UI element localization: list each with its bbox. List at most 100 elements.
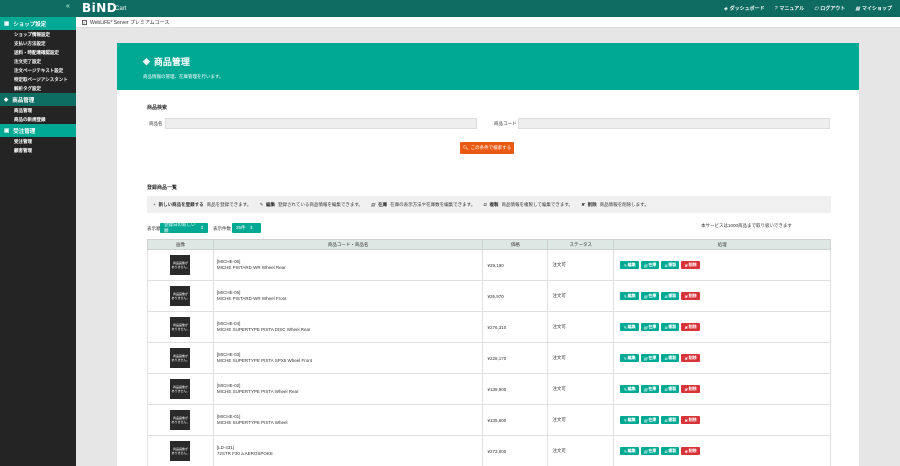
- product-name: 72STR F30 a AEROSPOKE: [216, 451, 273, 456]
- product-table: 画像 商品コード・商品名 価格 ステータス 処理 商品画像が ありません。 [MI…: [147, 239, 831, 466]
- sidebar-item[interactable]: 送料・時配達確認設定: [0, 48, 76, 57]
- sidebar-item[interactable]: 注文完了設定: [0, 57, 76, 66]
- sidebar-item[interactable]: ショップ情報設定: [0, 30, 76, 39]
- copy-button[interactable]: ⧉ 複製: [661, 447, 680, 455]
- column-header: 価格: [482, 239, 549, 250]
- delete-button[interactable]: ✖ 削除: [681, 323, 700, 331]
- status-cell: 注文可: [547, 435, 615, 466]
- trash-icon: ✖: [684, 448, 688, 454]
- trash-icon: ✖: [684, 262, 688, 268]
- search-icon: 🔍︎: [462, 145, 469, 150]
- no-image-thumbnail: 商品画像が ありません。: [170, 255, 191, 275]
- product-name-cell: [MICHE-02] MICHE SUPERTYPE PISTA Wheel Re…: [212, 373, 484, 405]
- sidebar-item[interactable]: 商品の新規登録: [0, 115, 76, 124]
- edit-button[interactable]: ✎ 編集: [620, 261, 639, 269]
- copy-button[interactable]: ⧉ 複製: [661, 323, 680, 331]
- copy-button[interactable]: ⧉ 複製: [661, 416, 680, 424]
- top-nav-label: ログアウト: [820, 6, 846, 12]
- sidebar-group-product-management[interactable]: ◆ 商品管理: [0, 93, 76, 106]
- sidebar-item[interactable]: 顧客管理: [0, 146, 76, 155]
- edit-button[interactable]: ✎ 編集: [620, 385, 639, 393]
- stock-button[interactable]: ▤ 在庫: [640, 292, 660, 300]
- delete-button-label: 削除: [688, 324, 697, 329]
- stock-button[interactable]: ▤ 在庫: [640, 447, 660, 455]
- sidebar-item[interactable]: 注文ページテキスト設定: [0, 66, 76, 75]
- delete-button[interactable]: ✖ 削除: [681, 354, 700, 362]
- copy-button[interactable]: ⧉ 複製: [661, 354, 680, 362]
- top-nav-myshop[interactable]: ▦ マイショップ: [855, 5, 892, 13]
- trash-icon: ✖: [684, 417, 688, 423]
- search-button-label: この条件で検索する: [470, 145, 512, 150]
- top-nav-manual[interactable]: ? マニュアル: [775, 5, 805, 13]
- stock-button[interactable]: ▤ 在庫: [640, 354, 660, 362]
- hint-text: 商品情報を削除します。: [599, 201, 649, 207]
- delete-button[interactable]: ✖ 削除: [681, 447, 700, 455]
- sidebar-group-label: 受注管理: [13, 128, 36, 135]
- sidebar-item[interactable]: 受注管理: [0, 137, 76, 146]
- page-title: 商品管理: [153, 57, 190, 67]
- stock-button[interactable]: ▤ 在庫: [640, 261, 660, 269]
- edit-button-label: 編集: [627, 293, 636, 298]
- new-product-link[interactable]: 新しい商品を登録する: [159, 202, 204, 208]
- hint-label: 複製: [489, 201, 499, 207]
- cart-icon: ▣: [4, 127, 10, 134]
- product-name-label: 商品名: [149, 121, 163, 126]
- count-select[interactable]: 25件 ⇕: [232, 223, 261, 233]
- stock-button-label: 在庫: [648, 293, 657, 298]
- trash-icon: ✖: [684, 355, 688, 361]
- delete-button[interactable]: ✖ 削除: [681, 416, 700, 424]
- column-header: 画像: [147, 239, 214, 250]
- delete-button[interactable]: ✖ 削除: [681, 261, 700, 269]
- sidebar-group-shop-settings[interactable]: ▦ ショップ設定: [0, 17, 76, 30]
- table-row: 商品画像が ありません。 [MICHE-06] MICHE PISTARD WR W…: [147, 249, 831, 281]
- no-image-thumbnail: 商品画像が ありません。: [170, 441, 191, 461]
- edit-button[interactable]: ✎ 編集: [620, 416, 639, 424]
- stock-button[interactable]: ▤ 在庫: [640, 416, 660, 424]
- order-select-value: 登録日の新しい順: [164, 222, 196, 233]
- copy-button[interactable]: ⧉ 複製: [661, 261, 680, 269]
- order-select[interactable]: 登録日の新しい順 ⇕: [160, 222, 208, 233]
- hint-text: 登録されている商品情報を編集できます。: [277, 201, 363, 207]
- pencil-icon: ✎: [623, 417, 627, 423]
- edit-button[interactable]: ✎ 編集: [620, 292, 639, 300]
- sidebar-item[interactable]: 解析タグ設定: [0, 84, 76, 93]
- plan-label: WebLiFE* Server プレミアムコース: [90, 19, 170, 26]
- edit-button[interactable]: ✎ 編集: [620, 323, 639, 331]
- pencil-icon: ✎: [259, 201, 263, 207]
- edit-button[interactable]: ✎ 編集: [620, 354, 639, 362]
- search-button[interactable]: 🔍︎ この条件で検索する: [460, 142, 514, 154]
- delete-button[interactable]: ✖ 削除: [681, 292, 700, 300]
- sidebar-item-active[interactable]: 商品管理: [0, 106, 76, 115]
- sidebar-item[interactable]: 支払い方法設定: [0, 39, 76, 48]
- sidebar-group-order-management[interactable]: ▣ 受注管理: [0, 124, 76, 137]
- copy-button-label: 複製: [668, 355, 677, 360]
- stock-icon: ▤: [643, 386, 648, 392]
- copy-button[interactable]: ⧉ 複製: [661, 292, 680, 300]
- app-logo[interactable]: BiND: [82, 1, 117, 15]
- status-cell: 注文可: [547, 280, 615, 312]
- edit-button[interactable]: ✎ 編集: [620, 447, 639, 455]
- stock-button[interactable]: ▤ 在庫: [640, 323, 660, 331]
- sidebar-item[interactable]: 特定取ページアシスタント: [0, 75, 76, 84]
- edit-button-label: 編集: [627, 417, 636, 422]
- order-label: 表示順: [147, 226, 161, 231]
- product-code-input[interactable]: [518, 118, 830, 129]
- delete-button-label: 削除: [688, 386, 697, 391]
- collapse-sidebar-icon[interactable]: «: [66, 3, 70, 10]
- image-cell: 商品画像が ありません。: [147, 435, 214, 466]
- delete-button[interactable]: ✖ 削除: [681, 385, 700, 393]
- stock-button-label: 在庫: [648, 417, 657, 422]
- top-nav-logout[interactable]: ⏻ ログアウト: [814, 5, 846, 13]
- product-name: MICHE SUPERTYPE PISTA Wheel Rear: [216, 389, 299, 394]
- actions-cell: ✎ 編集 ▤ 在庫 ⧉ 複製 ✖ 削除: [613, 280, 831, 312]
- pencil-icon: ✎: [623, 386, 627, 392]
- top-nav-dashboard[interactable]: ◈ ダッシュボード: [724, 5, 765, 13]
- product-name-input[interactable]: [165, 118, 477, 129]
- copy-button[interactable]: ⧉ 複製: [661, 385, 680, 393]
- column-header: ステータス: [547, 239, 615, 250]
- copy-button-label: 複製: [668, 324, 677, 329]
- status-cell: 注文可: [547, 404, 615, 436]
- price-cell: ¥26,970: [482, 280, 549, 312]
- copy-button-label: 複製: [668, 262, 677, 267]
- stock-button[interactable]: ▤ 在庫: [640, 385, 660, 393]
